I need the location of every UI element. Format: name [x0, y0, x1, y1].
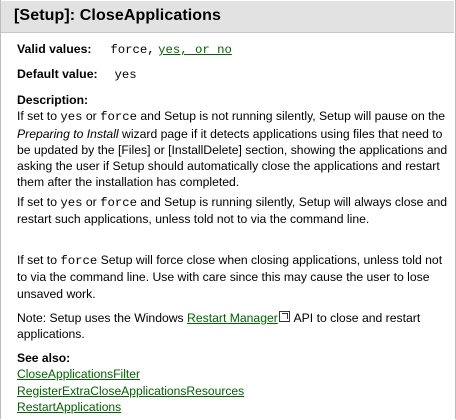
- description-paragraph-2: If set to yes or force and Setup is runn…: [17, 194, 451, 228]
- description-block: Description: If set to yes or force and …: [17, 92, 451, 191]
- description-paragraph-1: If set to yes or force and Setup is not …: [17, 108, 451, 190]
- p1-italic-page: Preparing to Install: [17, 126, 119, 141]
- description-paragraph-3: If set to force Setup will force close w…: [17, 252, 451, 302]
- restart-manager-link[interactable]: Restart Manager: [187, 311, 278, 325]
- external-link-icon: [278, 311, 290, 322]
- p2-text-1: If set to: [17, 195, 61, 209]
- title-bar: [Setup]: CloseApplications: [1, 1, 454, 33]
- description-paragraph-4: Note: Setup uses the Windows Restart Man…: [17, 310, 451, 343]
- p1-text-3: and Setup is not running silently, Setup…: [137, 109, 446, 124]
- p3-text-1: If set to: [17, 253, 61, 267]
- valid-values-link[interactable]: yes, or no: [158, 43, 232, 57]
- p1-text-1: If set to: [17, 109, 61, 124]
- p2-code-yes: yes: [60, 196, 83, 210]
- see-also-link-registerextracloseapplicationsresources[interactable]: RegisterExtraCloseApplicationsResources: [17, 383, 244, 399]
- p2-code-force: force: [100, 196, 138, 210]
- page-title: [Setup]: CloseApplications: [14, 7, 222, 24]
- p4-text-1: Note: Setup uses the Windows: [17, 311, 188, 325]
- p3-code-force: force: [60, 254, 98, 268]
- see-also-link-restartapplications[interactable]: RestartApplications: [17, 399, 244, 415]
- p1-text-2: or: [82, 109, 101, 124]
- p1-code-yes: yes: [60, 110, 83, 125]
- default-value-row: Default value: yes: [17, 67, 137, 82]
- p1-code-force: force: [100, 110, 138, 125]
- valid-values-row: Valid values: force, yes, or no: [17, 42, 232, 57]
- see-also-heading: See also:: [17, 351, 71, 365]
- valid-values-label: Valid values:: [17, 42, 92, 56]
- description-heading: Description:: [17, 93, 89, 107]
- p2-text-2: or: [82, 195, 101, 209]
- default-value: yes: [114, 68, 137, 82]
- see-also-link-closeapplicationsfilter[interactable]: CloseApplicationsFilter: [17, 366, 244, 382]
- default-value-label: Default value:: [17, 67, 98, 81]
- valid-values-force: force,: [110, 43, 155, 57]
- see-also-section: See also: CloseApplicationsFilter Regist…: [17, 350, 244, 415]
